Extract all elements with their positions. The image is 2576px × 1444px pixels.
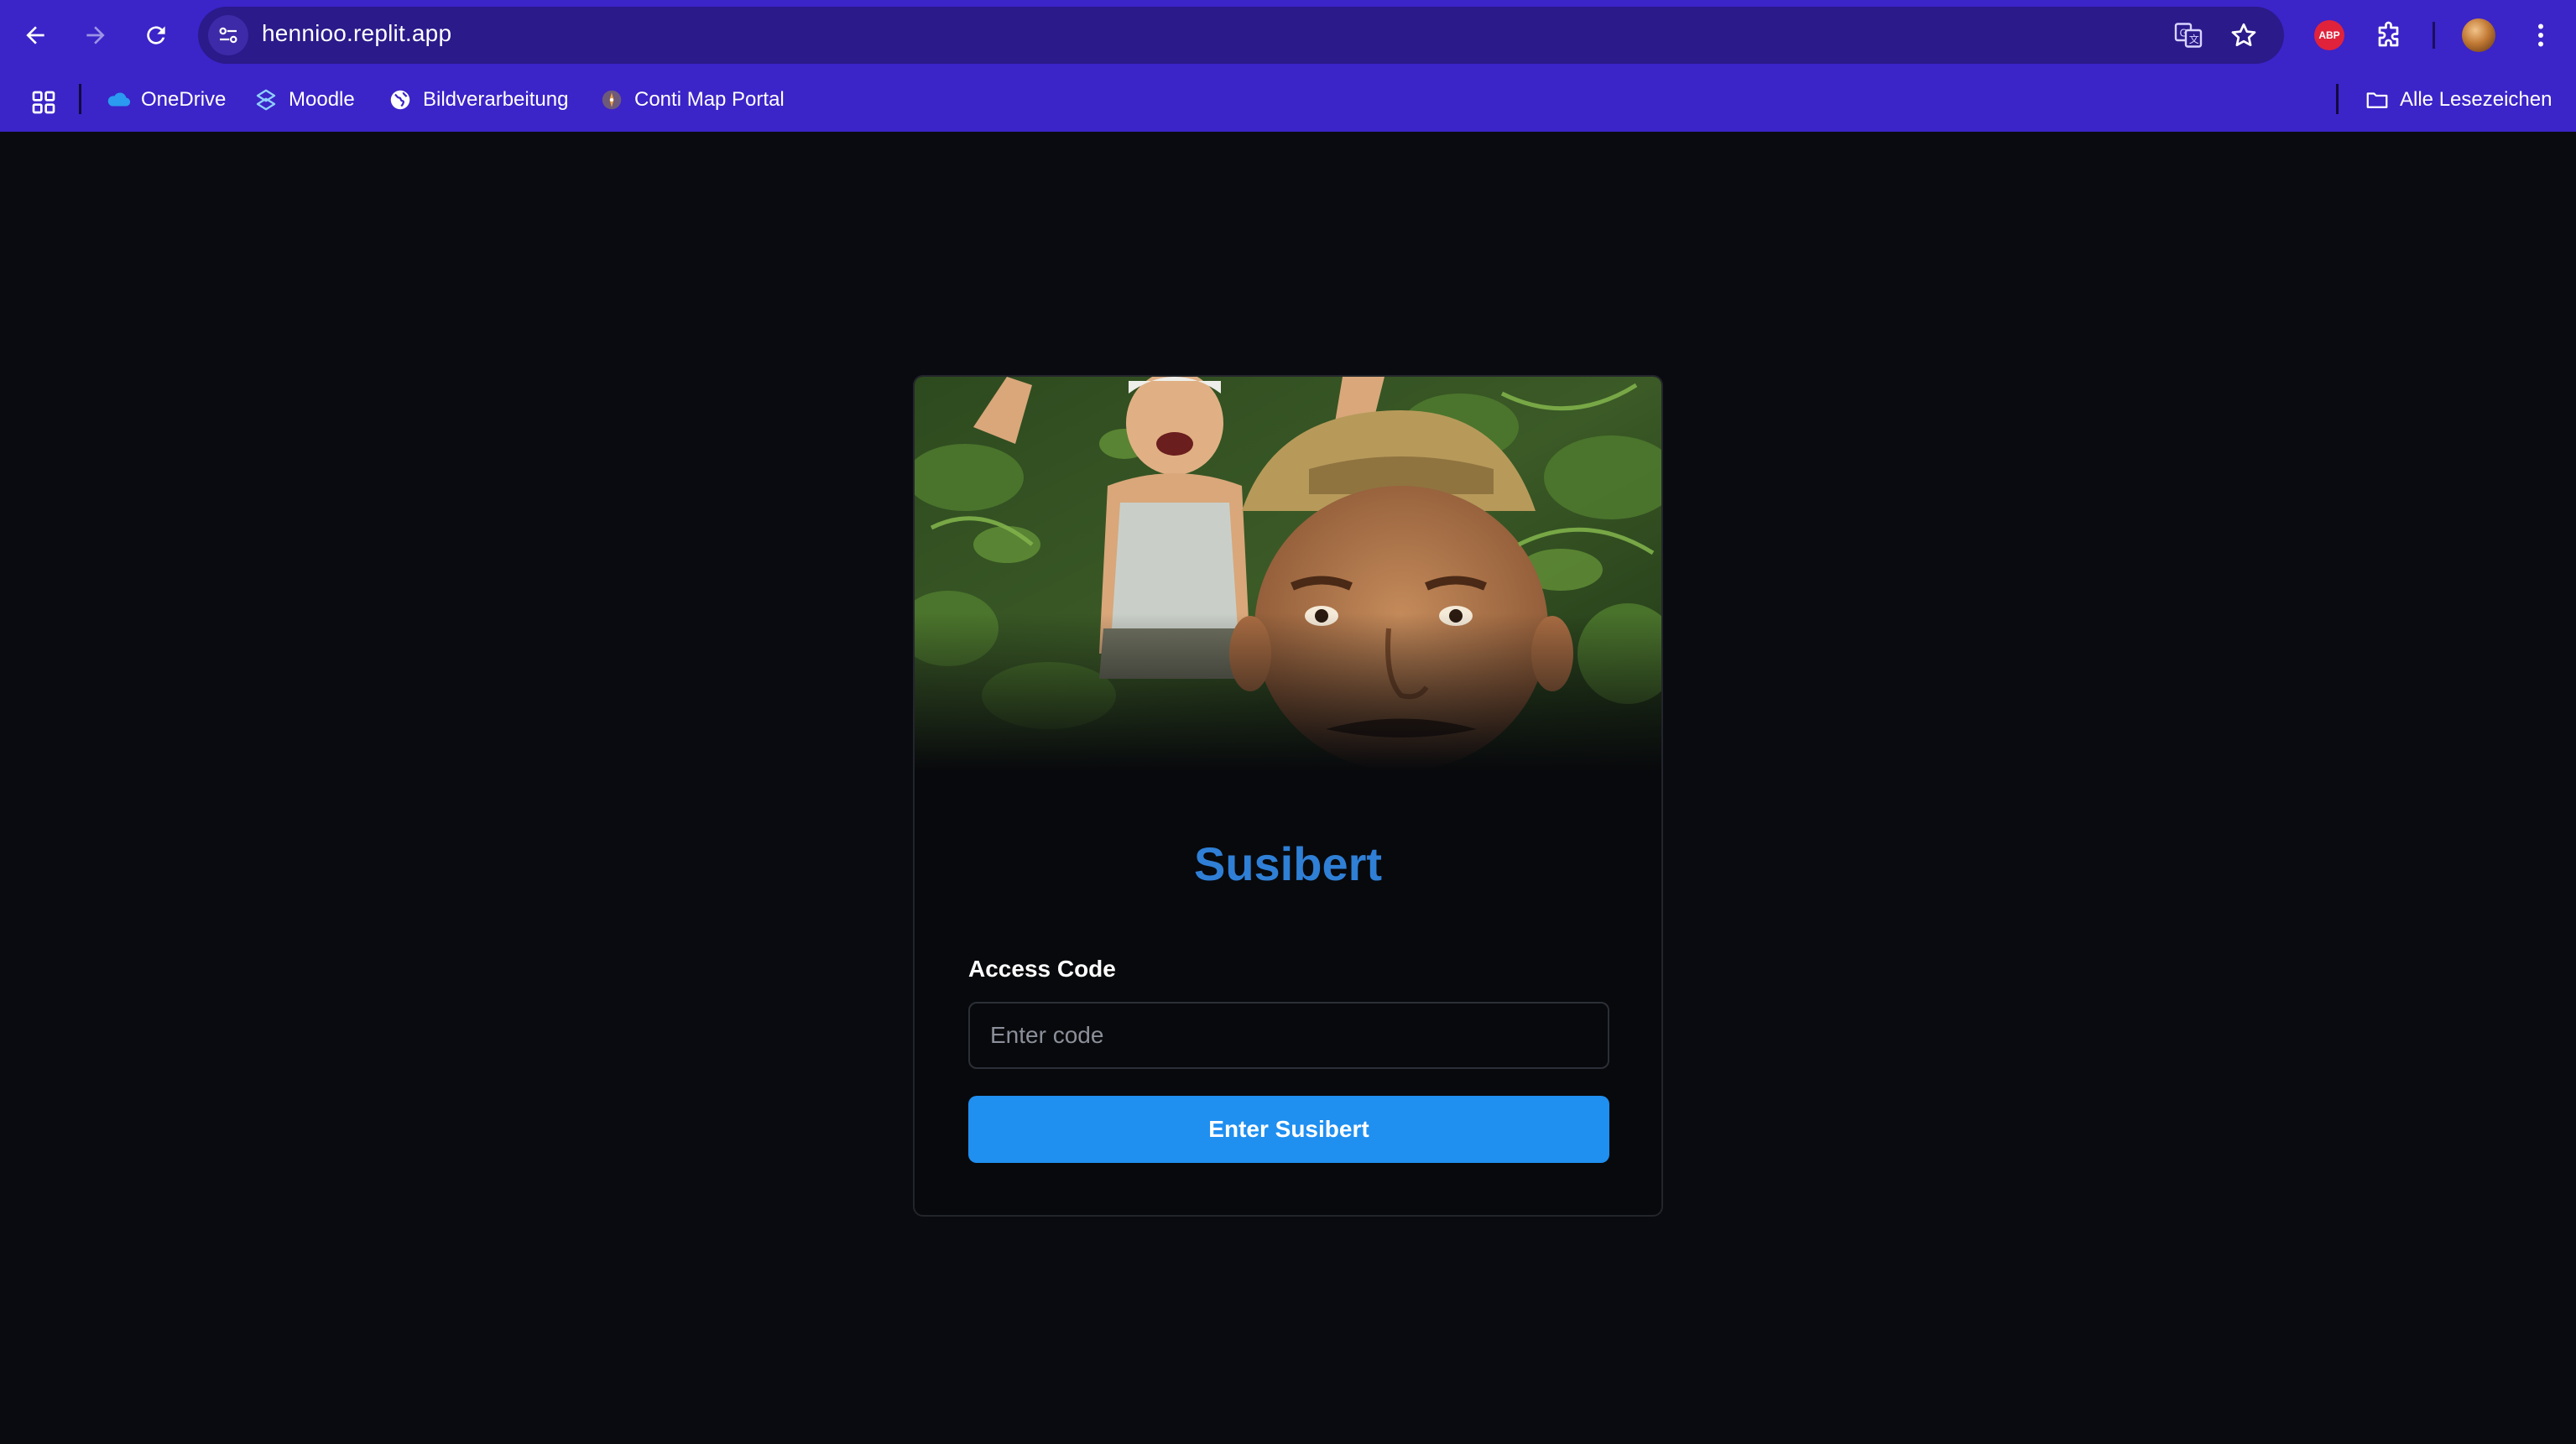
url-text[interactable]: hennioo.replit.app: [262, 20, 451, 47]
bookmark-label: Bildverarbeitung: [423, 88, 569, 111]
bookmark-label: OneDrive: [141, 88, 227, 111]
bookmark-star-button[interactable]: [2227, 18, 2261, 52]
moodle-icon: [253, 87, 279, 112]
access-code-input[interactable]: [968, 1002, 1609, 1069]
app-title: Susibert: [1193, 837, 1383, 890]
site-info-button[interactable]: [208, 15, 248, 55]
bookmark-onedrive[interactable]: OneDrive: [106, 81, 226, 119]
onedrive-icon: [106, 87, 131, 112]
reload-button[interactable]: [136, 15, 176, 55]
map-portal-icon: [599, 87, 624, 112]
reload-icon: [147, 26, 165, 44]
svg-text:文: 文: [2189, 33, 2199, 45]
all-bookmarks-label: Alle Lesezeichen: [2400, 88, 2553, 111]
hero-image: [915, 377, 1661, 771]
menu-button[interactable]: [2521, 15, 2561, 55]
forward-button[interactable]: [76, 15, 116, 55]
bookmark-label: Conti Map Portal: [634, 88, 785, 111]
forward-arrow-icon: [86, 26, 105, 44]
login-card: Susibert Access Code Enter Susibert: [913, 375, 1663, 1217]
adblock-icon: ABP: [2314, 20, 2344, 50]
address-bar[interactable]: hennioo.replit.app G 文: [198, 7, 2284, 64]
bookmark-bildverarbeitung[interactable]: Bildverarbeitung: [388, 81, 568, 119]
browser-toolbar: hennioo.replit.app G 文 ABP: [0, 0, 2576, 70]
avatar: [2462, 18, 2495, 52]
apps-button[interactable]: [25, 84, 62, 121]
access-code-label: Access Code: [968, 956, 1116, 982]
toolbar-divider: [2433, 22, 2435, 49]
globe-icon: [388, 87, 413, 112]
bookmark-label: Moodle: [289, 88, 355, 111]
adblock-extension-button[interactable]: ABP: [2309, 15, 2349, 55]
all-bookmarks-button[interactable]: Alle Lesezeichen: [2365, 81, 2552, 119]
extensions-button[interactable]: [2370, 15, 2410, 55]
back-arrow-icon: [26, 26, 44, 44]
star-icon: [2231, 23, 2256, 47]
bookmark-moodle[interactable]: Moodle: [253, 81, 355, 119]
browser-chrome: hennioo.replit.app G 文 ABP OneDrive Mood…: [0, 0, 2576, 132]
folder-icon: [2365, 87, 2390, 112]
profile-button[interactable]: [2459, 15, 2499, 55]
back-button[interactable]: [15, 15, 55, 55]
bookmarks-separator: [79, 84, 81, 114]
bookmarks-separator: [2336, 84, 2339, 114]
bookmark-conti-map-portal[interactable]: Conti Map Portal: [599, 81, 785, 119]
enter-button[interactable]: Enter Susibert: [968, 1096, 1609, 1163]
tune-icon: [219, 27, 237, 44]
translate-icon: G 文: [2174, 23, 2203, 48]
apps-grid-icon: [32, 91, 55, 114]
bookmarks-bar: OneDrive Moodle Bildverarbeitung Conti M…: [0, 70, 2576, 132]
translate-button[interactable]: G 文: [2172, 18, 2205, 52]
more-vert-icon: [2538, 23, 2543, 47]
puzzle-icon: [2378, 21, 2399, 47]
